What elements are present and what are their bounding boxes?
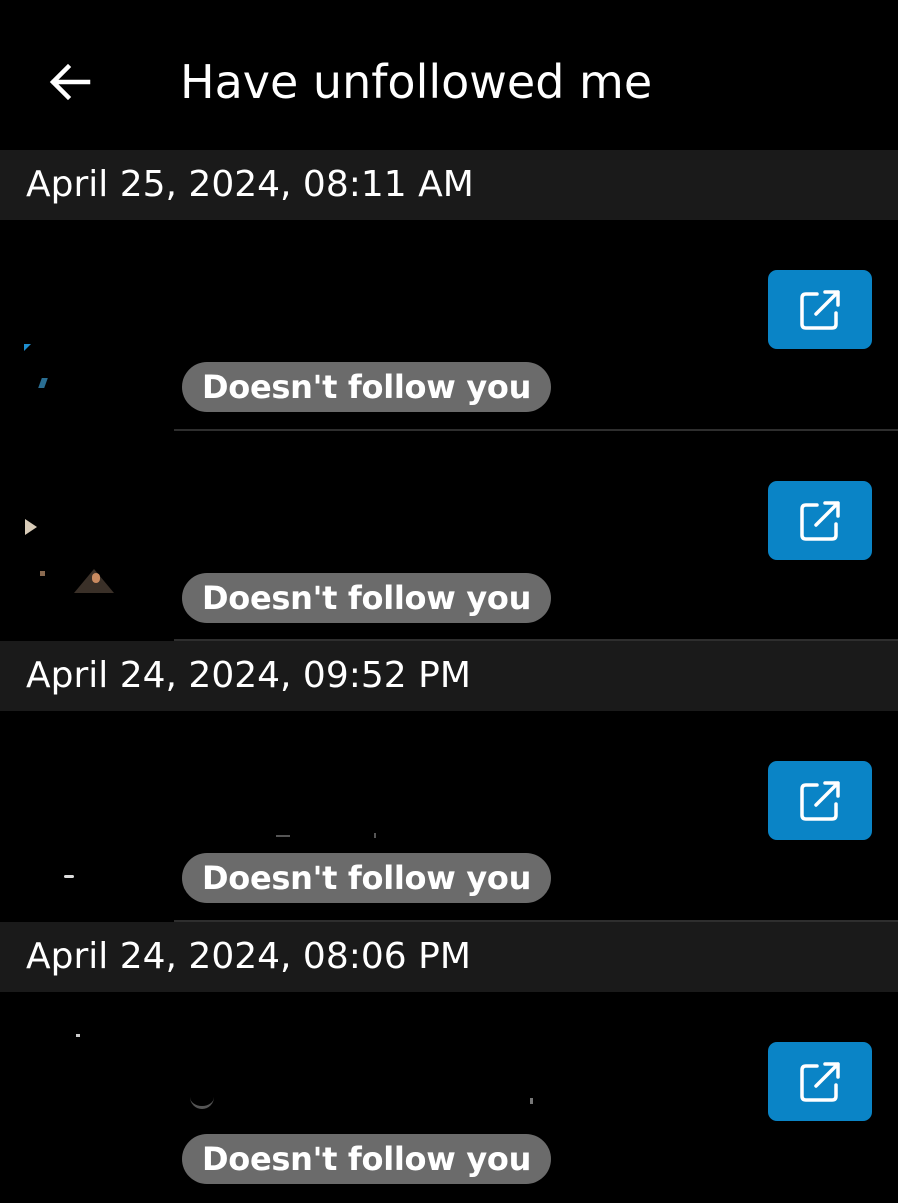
date-header: April 25, 2024, 08:11 AM bbox=[0, 150, 898, 220]
avatar[interactable] bbox=[0, 250, 160, 410]
external-link-icon bbox=[800, 500, 840, 541]
date-header: April 24, 2024, 08:06 PM bbox=[0, 922, 898, 992]
page-title: Have unfollowed me bbox=[180, 55, 653, 109]
external-link-icon bbox=[800, 780, 840, 821]
date-label: April 25, 2024, 08:11 AM bbox=[26, 164, 474, 205]
list-item[interactable]: Doesn't follow you bbox=[0, 431, 898, 641]
list-item[interactable]: Doesn't follow you bbox=[0, 992, 898, 1203]
avatar[interactable] bbox=[0, 741, 160, 901]
list-item[interactable]: Doesn't follow you bbox=[0, 220, 898, 431]
open-profile-button[interactable] bbox=[768, 761, 872, 840]
redacted-mark bbox=[190, 1096, 214, 1109]
date-label: April 24, 2024, 09:52 PM bbox=[26, 655, 471, 696]
status-badge: Doesn't follow you bbox=[182, 1134, 552, 1184]
arrow-left-icon bbox=[49, 63, 91, 101]
avatar[interactable] bbox=[0, 461, 160, 621]
date-header: April 24, 2024, 09:52 PM bbox=[0, 641, 898, 711]
external-link-icon bbox=[800, 289, 840, 330]
redacted-mark bbox=[276, 835, 290, 837]
status-badge: Doesn't follow you bbox=[182, 853, 552, 903]
status-badge: Doesn't follow you bbox=[182, 573, 552, 623]
open-profile-button[interactable] bbox=[768, 270, 872, 349]
list-item[interactable]: Doesn't follow you bbox=[0, 711, 898, 922]
redacted-mark bbox=[530, 1098, 533, 1104]
open-profile-button[interactable] bbox=[768, 481, 872, 560]
date-label: April 24, 2024, 08:06 PM bbox=[26, 936, 471, 977]
redacted-mark bbox=[374, 833, 376, 838]
app-bar: Have unfollowed me bbox=[0, 0, 898, 150]
avatar[interactable] bbox=[0, 1022, 160, 1182]
external-link-icon bbox=[800, 1061, 840, 1102]
back-button[interactable] bbox=[34, 46, 106, 118]
status-badge: Doesn't follow you bbox=[182, 362, 552, 412]
unfollowers-list: April 25, 2024, 08:11 AM Doesn't follow … bbox=[0, 150, 898, 1203]
open-profile-button[interactable] bbox=[768, 1042, 872, 1121]
